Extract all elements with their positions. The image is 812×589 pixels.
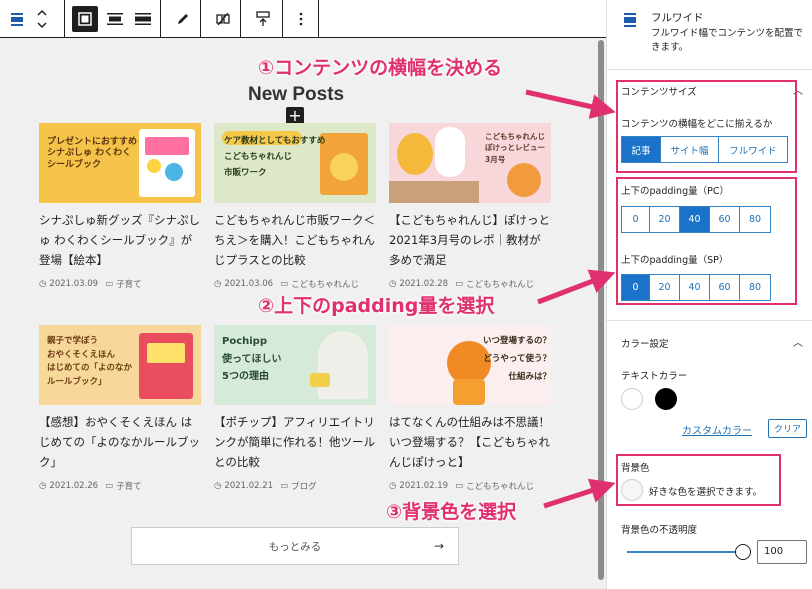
post-meta: ◷ 2021.03.09 ▭ 子育て <box>39 278 201 290</box>
post-category: こどもちゃれんじ <box>466 482 535 492</box>
section-title: New Posts <box>248 84 345 105</box>
post-title[interactable]: こどもちゃれんじ市販ワーク＜ちえ＞を購入！こどもちゃれんじプラスとの比較 <box>214 211 376 273</box>
folder-icon: ▭ <box>455 481 464 491</box>
post-thumbnail: いつ登場するの？ どうやって使う？ 仕組みは？ <box>389 325 551 405</box>
post-thumbnail: こどもちゃれんじ ぽけっとレビュー 3月号 <box>389 123 551 203</box>
post-thumbnail: ケア教材としてもおすすめ こどもちゃれんじ 市販ワーク <box>214 123 376 203</box>
post-thumbnail: Pochipp 使ってほしい 5つの理由 <box>214 325 376 405</box>
post-category: こどもちゃれんじ <box>291 280 360 290</box>
folder-icon: ▭ <box>455 279 464 289</box>
post-date: 2021.02.21 <box>224 481 274 491</box>
highlight-bg-color <box>616 454 781 506</box>
post-thumbnail: プレゼントにおすすめ シナぷしゅ わくわく シールブック <box>39 123 201 203</box>
block-description: フルワイド幅でコンテンツを配置できます。 <box>651 28 804 54</box>
post-meta: ◷ 2021.02.26 ▭ 子育て <box>39 480 201 492</box>
post-category: 子育て <box>116 482 142 492</box>
clock-icon: ◷ <box>39 481 47 491</box>
opacity-input[interactable]: 100 <box>757 540 807 564</box>
post-category: こどもちゃれんじ <box>466 280 535 290</box>
block-title: フルワイド <box>651 12 704 24</box>
post-category: 子育て <box>116 280 142 290</box>
unlink-icon[interactable] <box>210 6 236 32</box>
align-wide-button[interactable] <box>102 6 128 32</box>
more-options-icon[interactable] <box>288 6 314 32</box>
post-title[interactable]: 【ポチップ】アフィリエイトリンクが簡単に作れる！他ツールとの比較 <box>214 413 376 475</box>
post-date: 2021.03.06 <box>224 279 274 289</box>
block-toolbar <box>0 0 606 38</box>
opacity-slider-track[interactable] <box>627 551 745 553</box>
color-swatch-black[interactable] <box>655 388 677 410</box>
post-category: ブログ <box>291 482 317 492</box>
pencil-icon[interactable] <box>170 6 196 32</box>
post-title[interactable]: 【感想】おやくそくえほん はじめての「よのなかルールブック」 <box>39 413 201 475</box>
opacity-label: 背景色の不透明度 <box>621 525 698 536</box>
post-meta: ◷ 2021.03.06 ▭ こどもちゃれんじ <box>214 278 376 290</box>
align-content-width-button[interactable] <box>72 6 98 32</box>
post-meta: ◷ 2021.02.28 ▭ こどもちゃれんじ <box>389 278 551 290</box>
scrollbar-thumb[interactable] <box>598 40 604 580</box>
annotation-step2: ②上下のpadding量を選択 <box>258 295 495 317</box>
more-button[interactable]: もっとみる → <box>131 527 459 565</box>
post-card[interactable]: ケア教材としてもおすすめ こどもちゃれんじ 市販ワーク こどもちゃれんじ市販ワー… <box>214 123 376 290</box>
align-full-button[interactable] <box>130 6 156 32</box>
post-date: 2021.03.09 <box>49 279 99 289</box>
post-title[interactable]: はてなくんの仕組みは不思議！いつ登場する？【こどもちゃれんじぽけっと】 <box>389 413 551 475</box>
editor-canvas: New Posts + プレゼントにおすすめ シナぷしゅ わくわく シールブック… <box>0 38 606 589</box>
post-title[interactable]: シナぷしゅ新グッズ『シナぷしゅ わくわくシールブック』が登場【絵本】 <box>39 211 201 273</box>
custom-color-link[interactable]: カスタムカラー <box>682 422 752 437</box>
post-card[interactable]: 親子で学ぼう おやくそくえほん はじめての「よのなかルールブック」 【感想】おや… <box>39 325 201 492</box>
block-type-icon[interactable] <box>4 6 30 32</box>
clock-icon: ◷ <box>39 279 47 289</box>
settings-sidebar: フルワイド フルワイド幅でコンテンツを配置できます。 コンテンツサイズ ︿ コン… <box>606 0 812 589</box>
full-wide-block-icon <box>623 12 637 32</box>
opacity-slider-knob[interactable] <box>735 544 751 560</box>
annotation-step3: ③背景色を選択 <box>386 501 517 523</box>
folder-icon: ▭ <box>280 279 289 289</box>
post-card[interactable]: プレゼントにおすすめ シナぷしゅ わくわく シールブック シナぷしゅ新グッズ『シ… <box>39 123 201 290</box>
post-meta: ◷ 2021.02.21 ▭ ブログ <box>214 480 376 492</box>
clock-icon: ◷ <box>389 279 397 289</box>
clock-icon: ◷ <box>214 279 222 289</box>
post-date: 2021.02.19 <box>399 481 449 491</box>
arrow-right-icon: → <box>433 539 444 553</box>
post-card[interactable]: いつ登場するの？ どうやって使う？ 仕組みは？ はてなくんの仕組みは不思議！いつ… <box>389 325 551 492</box>
highlight-padding <box>616 177 797 305</box>
post-date: 2021.02.26 <box>49 481 99 491</box>
block-card: フルワイド フルワイド幅でコンテンツを配置できます。 <box>607 0 812 70</box>
color-panel-title[interactable]: カラー設定 <box>621 336 669 350</box>
folder-icon: ▭ <box>280 481 289 491</box>
post-title[interactable]: 【こどもちゃれんじ】ぽけっと2021年3月号のレポ｜教材が多めで満足 <box>389 211 551 273</box>
clock-icon: ◷ <box>214 481 222 491</box>
more-button-label: もっとみる <box>268 540 322 553</box>
color-swatch-white[interactable] <box>621 388 643 410</box>
post-thumbnail: 親子で学ぼう おやくそくえほん はじめての「よのなかルールブック」 <box>39 325 201 405</box>
clear-button[interactable]: クリア <box>768 419 808 438</box>
post-card[interactable]: Pochipp 使ってほしい 5つの理由 【ポチップ】アフィリエイトリンクが簡単… <box>214 325 376 492</box>
folder-icon: ▭ <box>105 481 114 491</box>
post-meta: ◷ 2021.02.19 ▭ こどもちゃれんじ <box>389 480 551 492</box>
clock-icon: ◷ <box>389 481 397 491</box>
insert-block-icon[interactable] <box>250 6 276 32</box>
text-color-label: テキストカラー <box>621 371 688 382</box>
move-up-down-icon[interactable] <box>32 6 52 32</box>
annotation-step1: ①コンテンツの横幅を決める <box>258 57 503 79</box>
post-card[interactable]: こどもちゃれんじ ぽけっとレビュー 3月号 【こどもちゃれんじ】ぽけっと2021… <box>389 123 551 290</box>
highlight-content-size <box>616 80 797 173</box>
folder-icon: ▭ <box>105 279 114 289</box>
post-date: 2021.02.28 <box>399 279 449 289</box>
chevron-up-icon[interactable]: ︿ <box>793 334 803 349</box>
